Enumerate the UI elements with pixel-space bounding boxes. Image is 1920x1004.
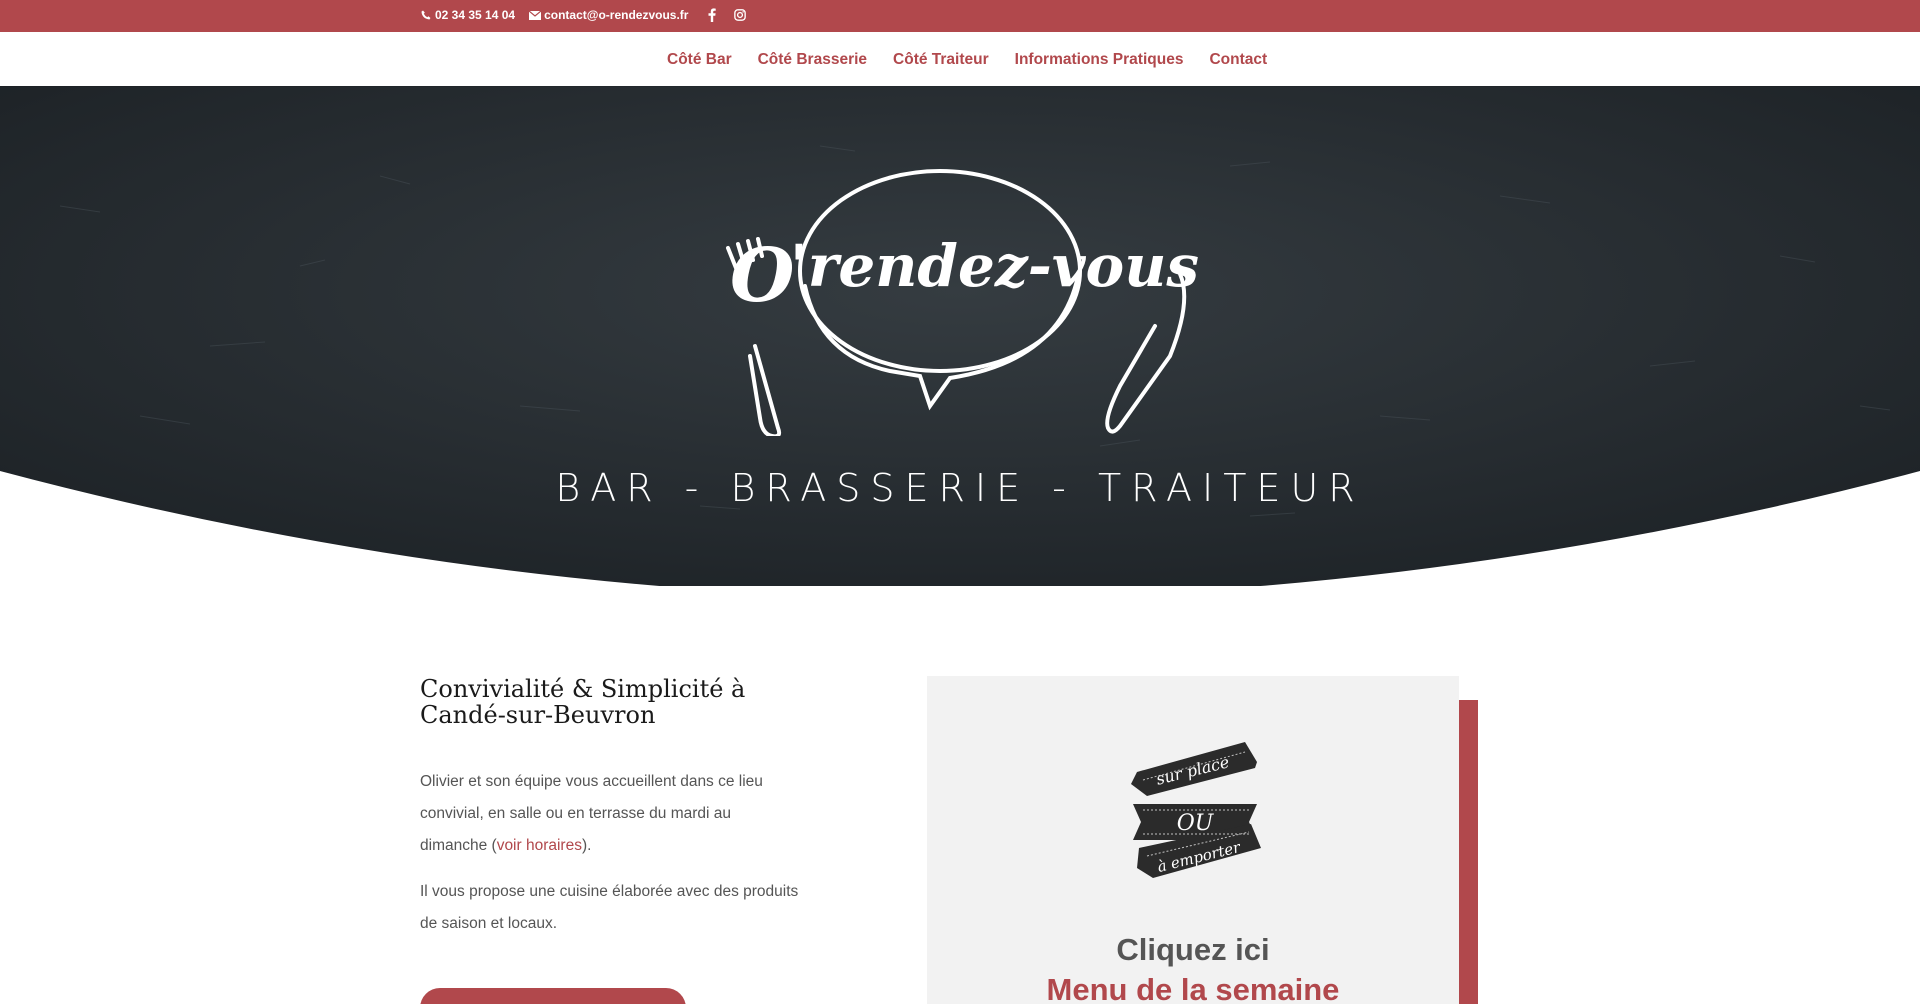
phone-icon: [420, 9, 432, 21]
card-menu-link[interactable]: Menu de la semaine: [927, 972, 1459, 1004]
phone-contact[interactable]: 02 34 35 14 04: [420, 8, 515, 22]
orendezvous-logo: O 'rendez-vous: [726, 169, 1199, 436]
nav-menu: Côté Bar Côté Brasserie Côté Traiteur In…: [667, 51, 1267, 69]
nav-item-contact[interactable]: Contact: [1209, 51, 1267, 69]
nav-item-cote-brasserie[interactable]: Côté Brasserie: [758, 51, 867, 69]
sur-place-ou-a-emporter-badge: sur place OU à emporter: [1131, 742, 1261, 878]
logo-text: 'rendez-vous: [790, 232, 1199, 300]
top-bar: 02 34 35 14 04 contact@o-rendezvous.fr: [0, 0, 1920, 32]
top-bar-contact: 02 34 35 14 04 contact@o-rendezvous.fr: [420, 8, 747, 22]
badge-mid-text: OU: [1177, 811, 1215, 836]
intro-paragraph-2: Il vous propose une cuisine élaborée ave…: [420, 883, 799, 932]
email-address: contact@o-rendezvous.fr: [544, 8, 689, 22]
envelope-icon: [529, 9, 542, 21]
instagram-icon[interactable]: [734, 9, 747, 21]
hero-banner: O 'rendez-vous BAR - BRASSERIE - TRAITEU…: [0, 86, 1920, 586]
logo-text-o: O: [730, 233, 794, 319]
nav-item-informations-pratiques[interactable]: Informations Pratiques: [1015, 51, 1184, 69]
menu-card[interactable]: sur place OU à emporter Cliquez ici Menu…: [927, 676, 1459, 1004]
facebook-icon[interactable]: [706, 8, 718, 22]
intro-section: Convivialité & Simplicité à Candé-sur-Be…: [420, 676, 800, 940]
main-navigation: Côté Bar Côté Brasserie Côté Traiteur In…: [0, 32, 1920, 86]
intro-cta-button[interactable]: [420, 988, 686, 1004]
email-contact[interactable]: contact@o-rendezvous.fr: [529, 8, 688, 22]
intro-title: Convivialité & Simplicité à Candé-sur-Be…: [420, 675, 746, 729]
intro-paragraph-1-start: Olivier et son équipe vous accueillent d…: [420, 773, 763, 854]
phone-number: 02 34 35 14 04: [435, 8, 516, 22]
intro-paragraph-1: Olivier et son équipe vous accueillent d…: [420, 766, 800, 862]
nav-item-cote-traiteur[interactable]: Côté Traiteur: [893, 51, 989, 69]
social-links: [706, 8, 747, 22]
intro-paragraph-1-end: ).: [581, 837, 592, 854]
nav-item-cote-bar[interactable]: Côté Bar: [667, 51, 732, 69]
card-cta-text[interactable]: Cliquez ici: [927, 932, 1459, 968]
horaires-link[interactable]: voir horaires: [497, 837, 582, 854]
hero-tagline: BAR - BRASSERIE - TRAITEUR: [555, 466, 1365, 510]
